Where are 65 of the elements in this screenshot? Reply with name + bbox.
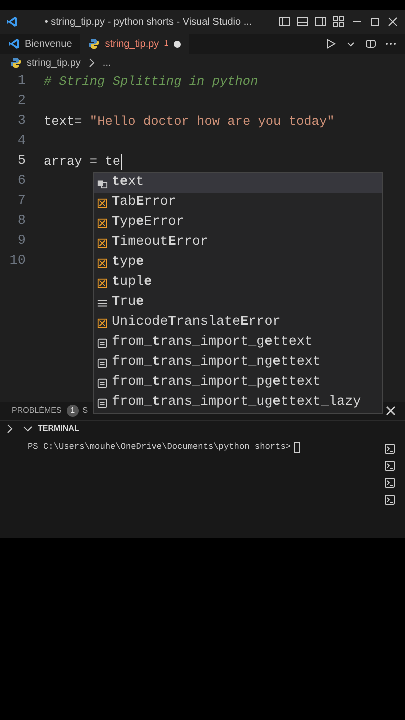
suggestion-item[interactable]: from_trans_import_ugettext_lazy: [94, 393, 382, 413]
section-header[interactable]: TERMINAL: [22, 423, 80, 435]
python-file-icon: [10, 57, 22, 69]
module-icon: [97, 378, 108, 388]
line-number: 9: [16, 232, 27, 251]
editor-tab[interactable]: string_tip.py 1: [80, 34, 189, 54]
suggestion-item[interactable]: from_trans_import_pgettext: [94, 373, 382, 393]
class-icon: [97, 258, 108, 268]
close-icon[interactable]: [385, 404, 397, 417]
suggestion-item[interactable]: TypeError: [94, 213, 382, 233]
keyword-icon: [97, 298, 108, 308]
line-number: 7: [16, 192, 27, 211]
close-icon[interactable]: [387, 16, 399, 28]
suggestion-item[interactable]: from_trans_import_ngettext: [94, 353, 382, 373]
terminal-icon[interactable]: [384, 477, 396, 489]
suggestion-item[interactable]: UnicodeTranslateError: [94, 313, 382, 333]
line-number: 2: [16, 92, 27, 111]
app-logo-icon: [8, 38, 20, 50]
suggestion-item[interactable]: TimeoutError: [94, 233, 382, 253]
code-line: array = te: [44, 153, 121, 172]
suggestion-item[interactable]: TabError: [94, 193, 382, 213]
text-cursor: [120, 154, 122, 170]
suggestion-item[interactable]: text: [94, 173, 382, 193]
code-line: # String Splitting in python: [44, 73, 258, 92]
panel-tab[interactable]: S: [82, 405, 88, 417]
class-icon: [97, 278, 108, 288]
breadcrumb-item[interactable]: string_tip.py: [27, 56, 81, 70]
panel-toggle-icon[interactable]: [297, 16, 309, 28]
layout-grid-icon[interactable]: [333, 16, 345, 28]
panel-tab[interactable]: PROBLÈMES 1: [12, 405, 79, 417]
terminal-prompt: PS C:\Users\mouhe\OneDrive\Documents\python shorts>: [28, 441, 292, 454]
class-icon: [97, 198, 108, 208]
suggestion-item[interactable]: type: [94, 253, 382, 273]
breadcrumb-item[interactable]: ...: [102, 56, 112, 70]
class-icon: [97, 318, 108, 328]
line-number: 6: [16, 172, 27, 191]
run-icon[interactable]: [325, 38, 337, 50]
module-icon: [97, 398, 108, 408]
app-logo-icon: [6, 16, 18, 28]
problem-count: 1: [66, 405, 79, 417]
module-icon: [97, 358, 108, 368]
line-number: 8: [16, 212, 27, 231]
line-number: 4: [16, 132, 27, 151]
suggestion-item[interactable]: True: [94, 293, 382, 313]
sidebar-toggle-icon[interactable]: [279, 16, 291, 28]
suggestion-item[interactable]: from_trans_import_gettext: [94, 333, 382, 353]
terminal-icon[interactable]: [384, 460, 396, 472]
line-number: 5: [16, 152, 27, 171]
line-number: 3: [16, 112, 27, 131]
line-number: 10: [8, 252, 27, 271]
python-file-icon: [88, 38, 100, 50]
problem-count: 1: [164, 38, 169, 50]
maximize-icon[interactable]: [369, 16, 381, 28]
class-icon: [97, 238, 108, 248]
line-number: 1: [16, 72, 27, 91]
code-line: text= "Hello doctor how are you today": [44, 113, 335, 132]
window-title: • string_tip.py - python shorts - Visual Studio ...: [44, 16, 254, 30]
terminal-icon[interactable]: [384, 443, 396, 455]
suggestion-item[interactable]: tuple: [94, 273, 382, 293]
module-icon: [97, 338, 108, 348]
class-icon: [97, 218, 108, 228]
terminal-icon[interactable]: [384, 494, 396, 506]
terminal-cursor: [294, 442, 300, 453]
split-editor-icon[interactable]: [365, 38, 377, 50]
secondary-sidebar-icon[interactable]: [315, 16, 327, 28]
